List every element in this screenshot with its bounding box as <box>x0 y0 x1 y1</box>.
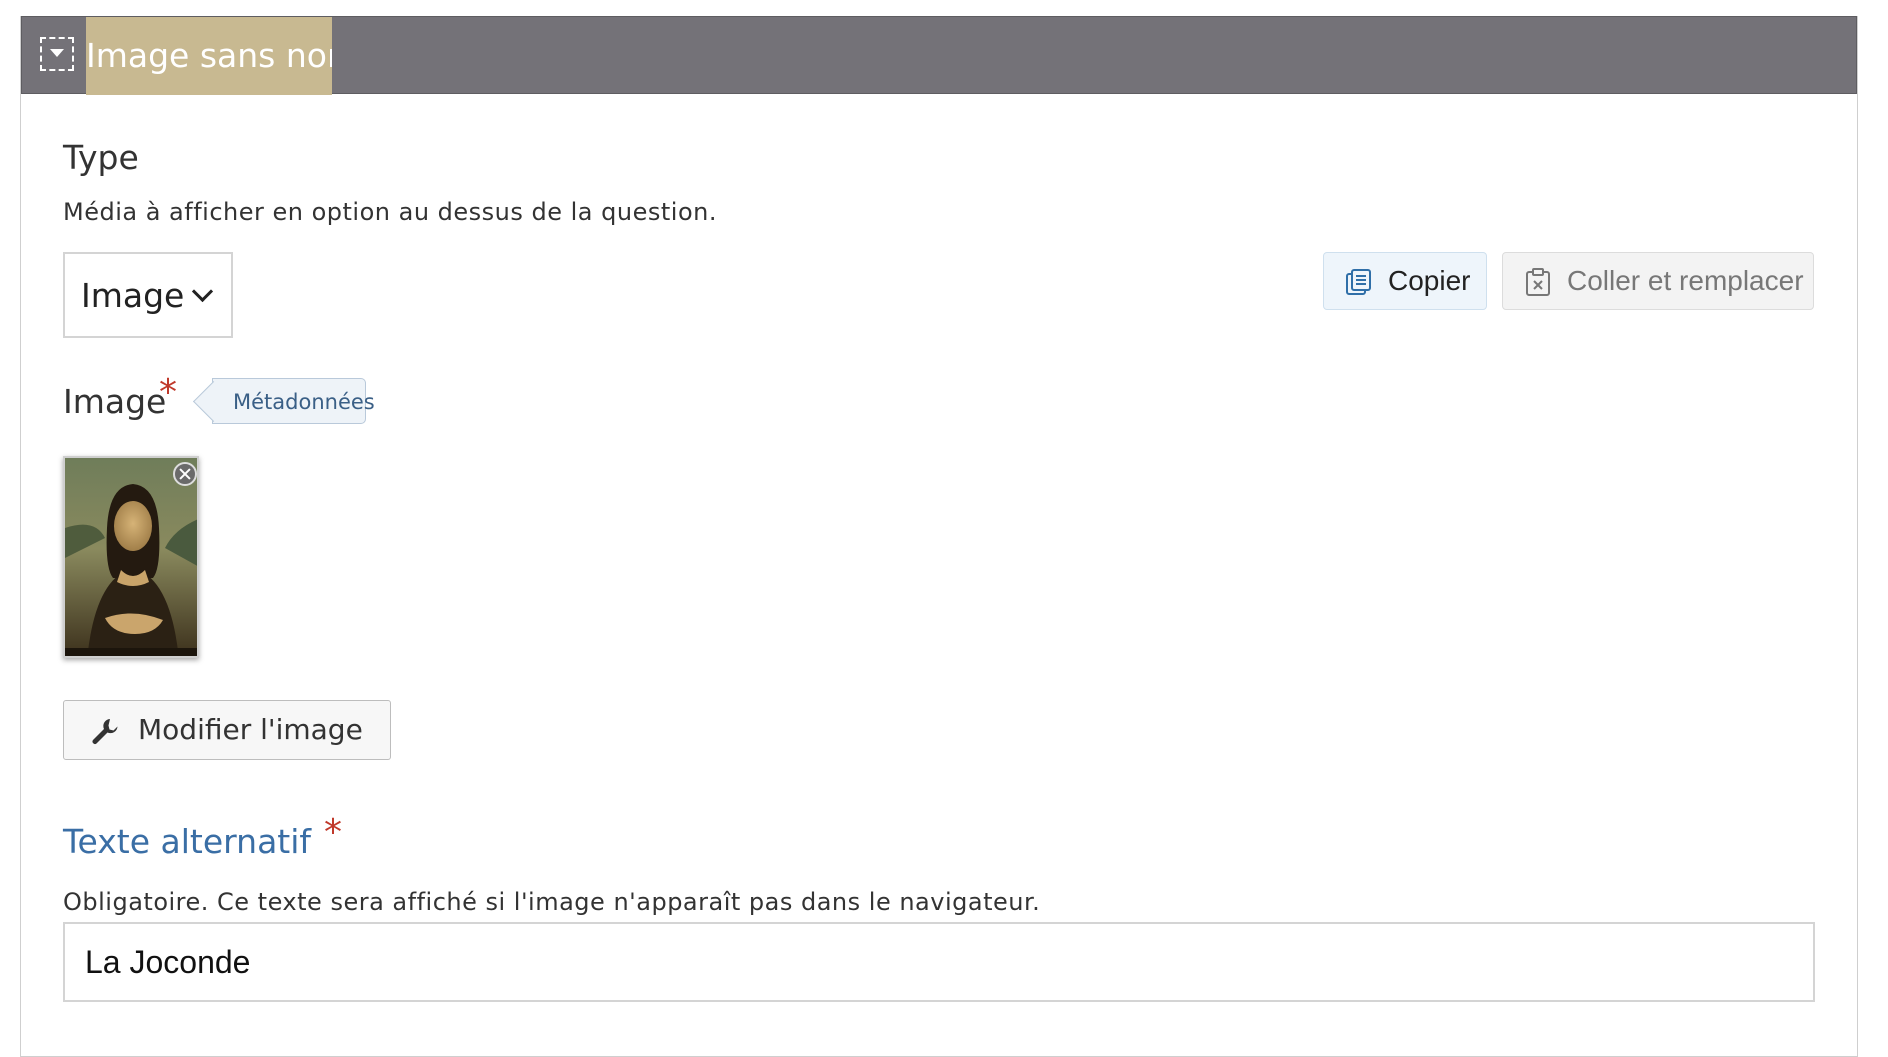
panel-header[interactable]: Image sans nom <box>21 16 1857 95</box>
paste-replace-button[interactable]: Coller et remplacer <box>1502 252 1814 310</box>
edit-image-button[interactable]: Modifier l'image <box>63 700 391 760</box>
copy-button[interactable]: Copier <box>1323 252 1487 310</box>
media-panel: Image sans nom Type Média à afficher en … <box>20 16 1858 1057</box>
alt-text-input[interactable] <box>63 922 1815 1002</box>
alt-text-description: Obligatoire. Ce texte sera affiché si l'… <box>63 888 1041 916</box>
alt-required-mark: * <box>324 812 342 853</box>
type-description: Média à afficher en option au dessus de … <box>63 198 717 226</box>
type-select-value: Image <box>81 276 185 315</box>
chevron-down-icon <box>191 280 214 303</box>
metadata-button[interactable]: Métadonnées <box>212 378 375 424</box>
clipboard-icon <box>1526 268 1550 296</box>
alt-text-label: Texte alternatif <box>63 822 312 861</box>
image-thumbnail[interactable] <box>63 456 199 658</box>
image-label: Image <box>63 382 167 421</box>
edit-image-button-label: Modifier l'image <box>138 713 363 746</box>
remove-image-icon[interactable] <box>173 462 197 486</box>
type-select[interactable]: Image <box>63 252 233 338</box>
copy-button-label: Copier <box>1388 265 1471 296</box>
panel-title: Image sans nom <box>86 17 332 95</box>
copy-icon <box>1346 269 1371 295</box>
paste-replace-button-label: Coller et remplacer <box>1567 265 1804 296</box>
wrench-icon <box>92 719 118 744</box>
image-required-mark: * <box>159 372 177 413</box>
mona-lisa-thumbnail <box>65 458 197 656</box>
type-label: Type <box>63 138 139 177</box>
collapse-toggle-icon[interactable] <box>40 37 74 71</box>
metadata-label: Métadonnées <box>233 390 375 414</box>
